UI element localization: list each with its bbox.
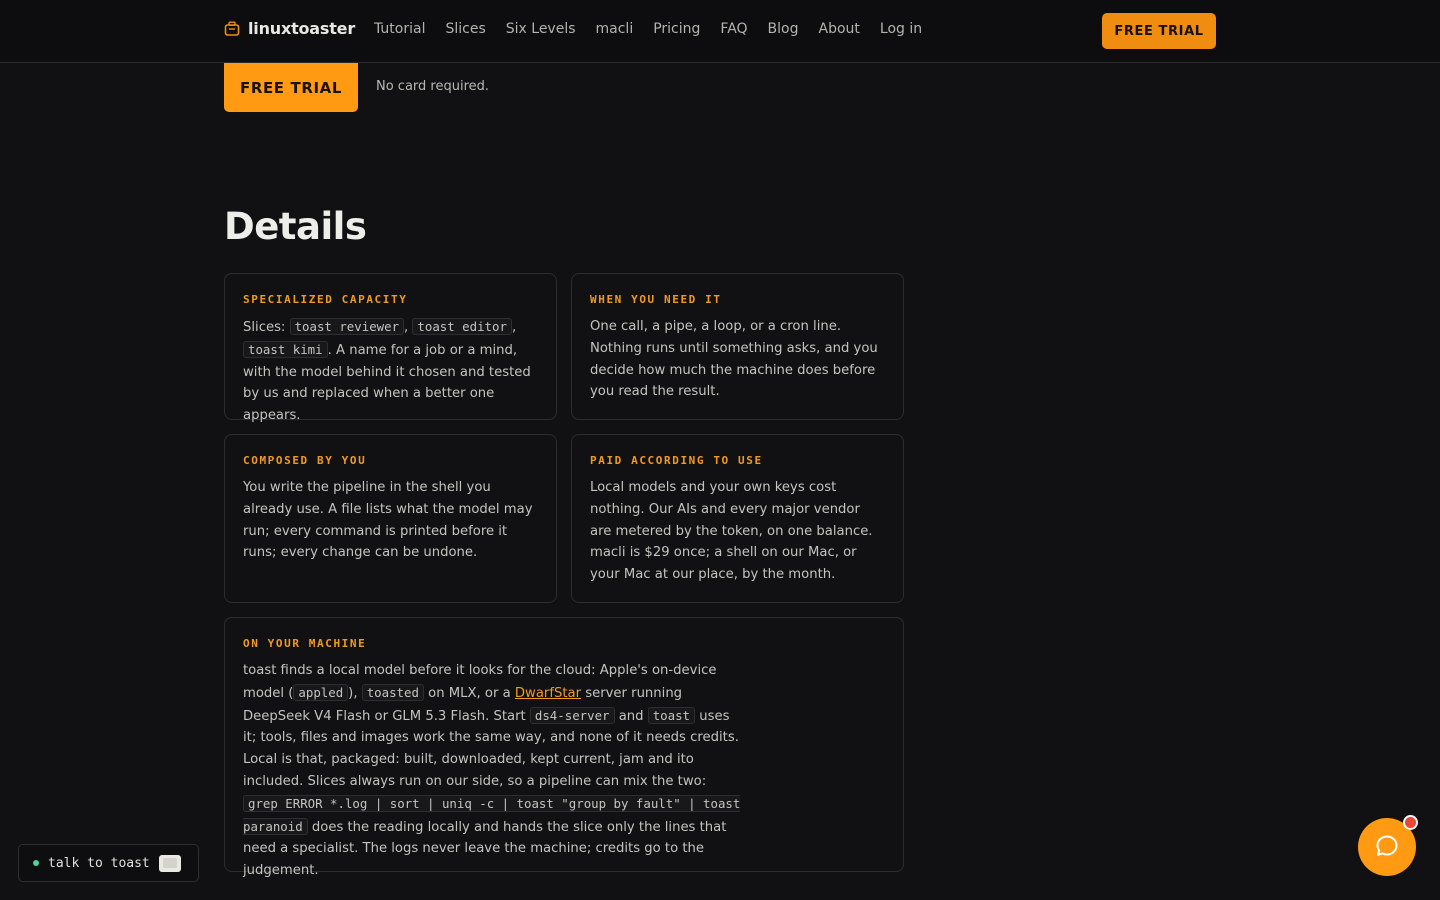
code-snippet: toasted bbox=[361, 683, 424, 701]
code-snippet: toast editor bbox=[412, 318, 512, 335]
site-header: linuxtoaster Tutorial Slices Six Levels … bbox=[0, 0, 1440, 63]
toaster-icon bbox=[224, 21, 240, 36]
talk-to-toast-button[interactable]: talk to toast bbox=[18, 844, 199, 882]
code-snippet: toast bbox=[647, 706, 696, 724]
talk-to-toast-label: talk to toast bbox=[48, 855, 150, 871]
details-title: Details bbox=[224, 205, 367, 248]
card-body: One call, a pipe, a loop, or a cron line… bbox=[590, 319, 878, 400]
main-nav: Tutorial Slices Six Levels macli Pricing… bbox=[374, 21, 922, 37]
card-label: SPECIALIZED CAPACITY bbox=[243, 293, 408, 306]
nav-macli[interactable]: macli bbox=[596, 21, 634, 37]
code-snippet: ds4-server bbox=[529, 706, 615, 724]
toast-icon bbox=[158, 854, 181, 872]
brand-logo[interactable]: linuxtoaster bbox=[224, 19, 355, 38]
online-status-dot bbox=[33, 860, 39, 866]
brand-name: linuxtoaster bbox=[248, 19, 356, 38]
card-label: COMPOSED BY YOU bbox=[243, 454, 367, 467]
nav-faq[interactable]: FAQ bbox=[720, 21, 747, 37]
card-body: toast finds a local model before it look… bbox=[243, 663, 741, 879]
nav-blog[interactable]: Blog bbox=[768, 21, 799, 37]
card-when-you-need-it: WHEN YOU NEED IT One call, a pipe, a loo… bbox=[571, 273, 904, 420]
card-label: PAID ACCORDING TO USE bbox=[590, 454, 763, 467]
nav-tutorial[interactable]: Tutorial bbox=[374, 21, 425, 37]
nav-slices[interactable]: Slices bbox=[445, 21, 485, 37]
nav-six-levels[interactable]: Six Levels bbox=[506, 21, 576, 37]
code-snippet: toast kimi bbox=[243, 340, 328, 358]
card-body: Local models and your own keys cost noth… bbox=[590, 480, 873, 583]
card-paid-according-to-use: PAID ACCORDING TO USE Local models and y… bbox=[571, 434, 904, 603]
free-trial-button[interactable]: FREE TRIAL bbox=[224, 63, 358, 112]
card-specialized-capacity: SPECIALIZED CAPACITY Slices: toast revie… bbox=[224, 273, 557, 423]
nav-pricing[interactable]: Pricing bbox=[653, 21, 700, 37]
card-label: ON YOUR MACHINE bbox=[243, 637, 367, 650]
nav-about[interactable]: About bbox=[819, 21, 860, 37]
card-body: You write the pipeline in the shell you … bbox=[243, 480, 533, 561]
dwarfstar-link[interactable]: DwarfStar bbox=[515, 686, 581, 701]
code-snippet: appled bbox=[293, 683, 349, 701]
nav-login[interactable]: Log in bbox=[880, 21, 922, 37]
card-label: WHEN YOU NEED IT bbox=[590, 293, 722, 306]
code-snippet: toast reviewer bbox=[289, 318, 405, 335]
card-on-your-machine: ON YOUR MACHINE toast finds a local mode… bbox=[224, 617, 904, 878]
notification-badge bbox=[1403, 815, 1418, 830]
card-composed-by-you: COMPOSED BY YOU You write the pipeline i… bbox=[224, 434, 557, 603]
card-body: Slices: toast reviewer, toast editor, to… bbox=[243, 318, 531, 424]
chat-bubble-icon bbox=[1374, 833, 1400, 862]
no-card-note: No card required. bbox=[376, 79, 490, 94]
header-free-trial-button[interactable]: FREE TRIAL bbox=[1102, 13, 1216, 49]
